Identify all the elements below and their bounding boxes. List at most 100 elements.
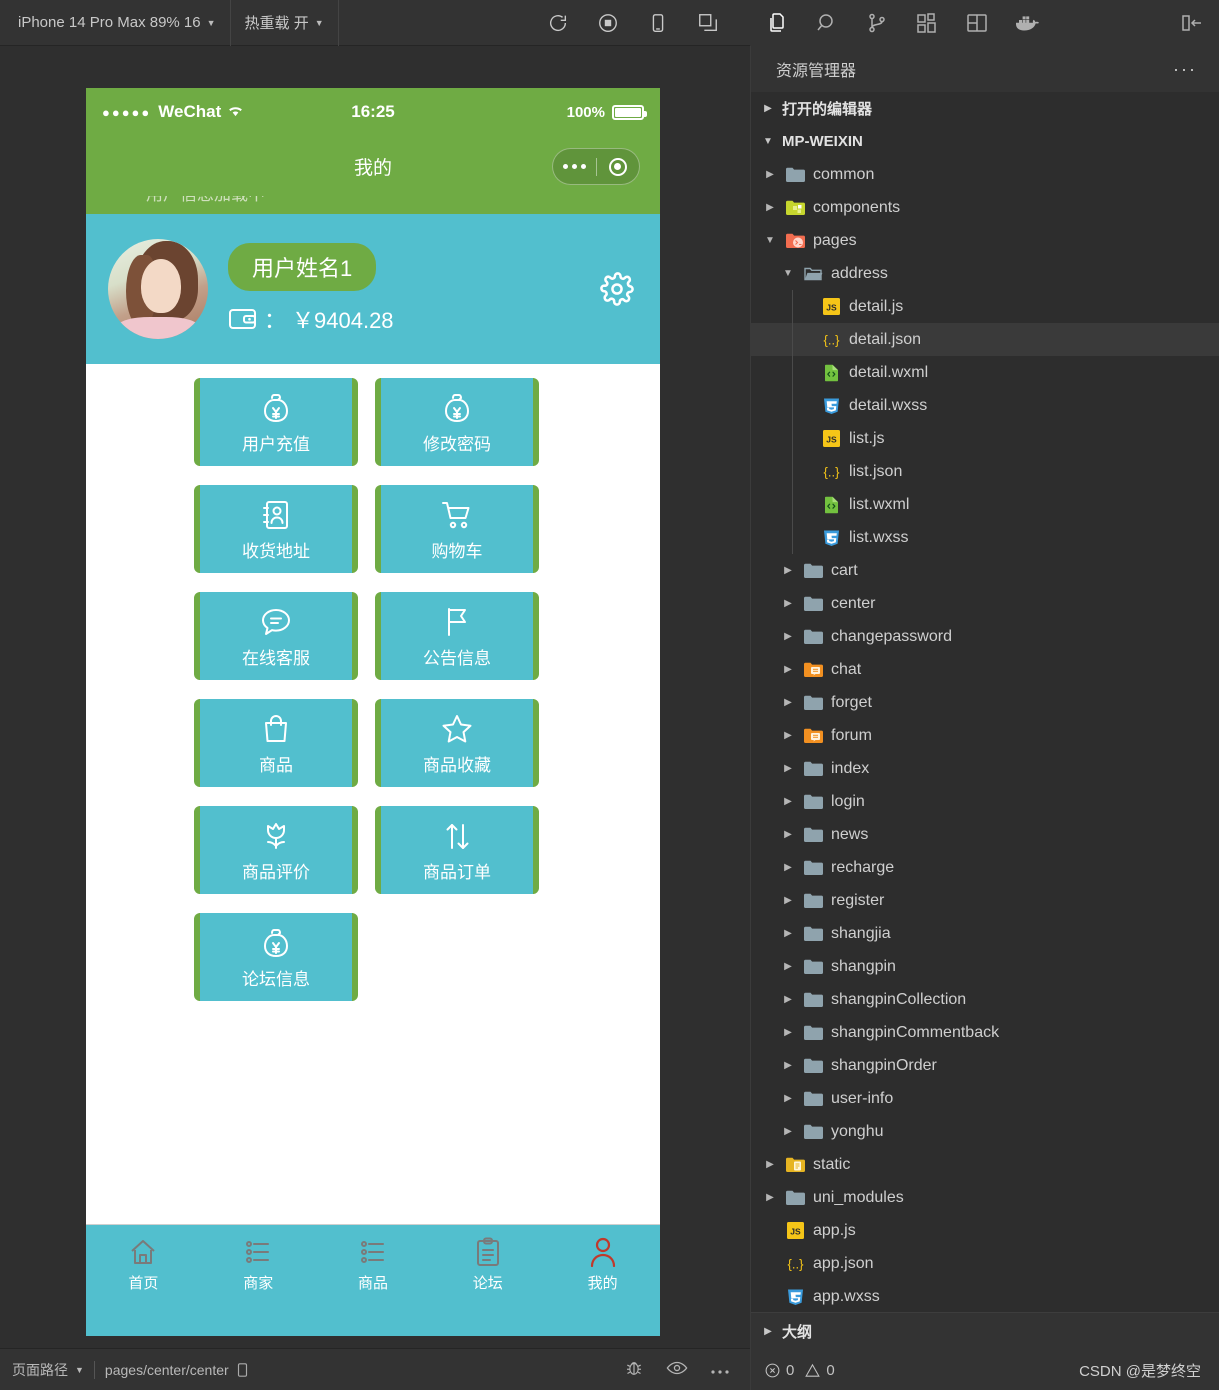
menu-tile[interactable]: 论坛信息	[194, 913, 358, 1001]
tree-file-detail.js[interactable]: ▶JSdetail.js	[750, 290, 1219, 323]
tree-folder-pages[interactable]: ▼ pages	[750, 224, 1219, 257]
menu-tile[interactable]: 商品	[194, 699, 358, 787]
menu-tile[interactable]: 收货地址	[194, 485, 358, 573]
chevron-right-icon[interactable]: ▶	[780, 730, 796, 741]
tree-folder-shangpinOrder[interactable]: ▶ shangpinOrder	[750, 1049, 1219, 1082]
tree-folder-shangpinCommentback[interactable]: ▶ shangpinCommentback	[750, 1016, 1219, 1049]
chevron-right-icon[interactable]: ▶	[780, 961, 796, 972]
tree-file-list.json[interactable]: ▶{..}list.json	[750, 455, 1219, 488]
tree-file-list.wxml[interactable]: ▶list.wxml	[750, 488, 1219, 521]
bug-icon[interactable]	[624, 1358, 644, 1381]
tree-folder-yonghu[interactable]: ▶ yonghu	[750, 1115, 1219, 1148]
docker-icon[interactable]	[1014, 10, 1040, 36]
tree-folder-news[interactable]: ▶ news	[750, 818, 1219, 851]
chevron-right-icon[interactable]: ▶	[780, 928, 796, 939]
more-icon[interactable]	[710, 1362, 730, 1378]
tree-folder-recharge[interactable]: ▶ recharge	[750, 851, 1219, 884]
tree-folder-common[interactable]: ▶ common	[750, 158, 1219, 191]
windows-icon[interactable]	[696, 11, 720, 35]
tree-file-detail.wxml[interactable]: ▶detail.wxml	[750, 356, 1219, 389]
tree-folder-user-info[interactable]: ▶ user-info	[750, 1082, 1219, 1115]
tree-file-app.json[interactable]: ▶{..}app.json	[750, 1247, 1219, 1280]
menu-tile[interactable]: 商品评价	[194, 806, 358, 894]
menu-tile[interactable]: 公告信息	[375, 592, 539, 680]
tree-folder-changepassword[interactable]: ▶ changepassword	[750, 620, 1219, 653]
tabbar-item-我的[interactable]: 我的	[545, 1235, 660, 1293]
layout-icon[interactable]	[964, 10, 990, 36]
chevron-right-icon[interactable]: ▶	[762, 1159, 778, 1170]
tree-folder-forum[interactable]: ▶ forum	[750, 719, 1219, 752]
tree-folder-chat[interactable]: ▶ chat	[750, 653, 1219, 686]
wechat-capsule[interactable]	[552, 148, 640, 185]
menu-tile[interactable]: 在线客服	[194, 592, 358, 680]
chevron-right-icon[interactable]: ▶	[780, 598, 796, 609]
tree-folder-index[interactable]: ▶ index	[750, 752, 1219, 785]
explorer-icon[interactable]	[764, 10, 790, 36]
chevron-right-icon[interactable]: ▶	[780, 829, 796, 840]
tabbar-item-论坛[interactable]: 论坛	[430, 1235, 545, 1293]
search-icon[interactable]	[814, 10, 840, 36]
tree-folder-center[interactable]: ▶ center	[750, 587, 1219, 620]
chevron-right-icon[interactable]: ▶	[780, 763, 796, 774]
tree-folder-forget[interactable]: ▶ forget	[750, 686, 1219, 719]
more-icon[interactable]: ···	[1173, 59, 1197, 80]
workspace-section[interactable]: ▼ MP-WEIXIN	[750, 125, 1219, 158]
chevron-right-icon[interactable]: ▶	[780, 862, 796, 873]
tree-folder-login[interactable]: ▶ login	[750, 785, 1219, 818]
tree-file-list.wxss[interactable]: ▶list.wxss	[750, 521, 1219, 554]
stop-record-icon[interactable]	[596, 11, 620, 35]
tree-folder-address[interactable]: ▼ address	[750, 257, 1219, 290]
tree-folder-shangpinCollection[interactable]: ▶ shangpinCollection	[750, 983, 1219, 1016]
device-selector[interactable]: iPhone 14 Pro Max 89% 16 ▼	[0, 0, 231, 46]
tree-file-app.wxss[interactable]: ▶app.wxss	[750, 1280, 1219, 1312]
tree-folder-shangpin[interactable]: ▶ shangpin	[750, 950, 1219, 983]
chevron-right-icon[interactable]: ▶	[762, 202, 778, 213]
problems-indicator[interactable]: 0 0	[764, 1362, 835, 1379]
tabbar-item-首页[interactable]: 首页	[86, 1235, 201, 1293]
menu-tile[interactable]: 商品订单	[375, 806, 539, 894]
gear-icon[interactable]	[600, 272, 634, 306]
tree-file-detail.json[interactable]: ▶{..}detail.json	[750, 323, 1219, 356]
avatar[interactable]	[108, 239, 208, 339]
tree-folder-shangjia[interactable]: ▶ shangjia	[750, 917, 1219, 950]
more-dots-icon[interactable]	[553, 164, 596, 169]
tabbar-item-商品[interactable]: 商品	[316, 1235, 431, 1293]
collapse-panel-icon[interactable]	[1179, 10, 1205, 36]
source-control-icon[interactable]	[864, 10, 890, 36]
outline-section[interactable]: ▶ 大纲	[750, 1312, 1219, 1350]
close-target-icon[interactable]	[597, 157, 640, 176]
chevron-right-icon[interactable]: ▶	[762, 169, 778, 180]
tree-file-detail.wxss[interactable]: ▶detail.wxss	[750, 389, 1219, 422]
open-editors-section[interactable]: ▶ 打开的编辑器	[750, 92, 1219, 125]
tree-folder-cart[interactable]: ▶ cart	[750, 554, 1219, 587]
chevron-right-icon[interactable]: ▶	[762, 1192, 778, 1203]
chevron-down-icon[interactable]: ▼	[780, 268, 796, 279]
chevron-right-icon[interactable]: ▶	[780, 631, 796, 642]
tree-file-list.js[interactable]: ▶JSlist.js	[750, 422, 1219, 455]
chevron-right-icon[interactable]: ▶	[780, 994, 796, 1005]
eye-icon[interactable]	[666, 1358, 688, 1381]
chevron-right-icon[interactable]: ▶	[780, 697, 796, 708]
chevron-right-icon[interactable]: ▶	[780, 796, 796, 807]
tree-folder-components[interactable]: ▶ components	[750, 191, 1219, 224]
copy-icon[interactable]	[235, 1362, 250, 1378]
tree-folder-register[interactable]: ▶ register	[750, 884, 1219, 917]
chevron-down-icon[interactable]: ▼	[762, 235, 778, 246]
menu-tile[interactable]: 用户充值	[194, 378, 358, 466]
hot-reload-selector[interactable]: 热重载 开 ▼	[231, 0, 339, 46]
device-icon[interactable]	[646, 11, 670, 35]
chevron-right-icon[interactable]: ▶	[780, 1093, 796, 1104]
tree-file-app.js[interactable]: ▶JSapp.js	[750, 1214, 1219, 1247]
chevron-right-icon[interactable]: ▶	[780, 1060, 796, 1071]
refresh-icon[interactable]	[546, 11, 570, 35]
tabbar-item-商家[interactable]: 商家	[201, 1235, 316, 1293]
chevron-right-icon[interactable]: ▶	[780, 1027, 796, 1038]
chevron-right-icon[interactable]: ▶	[780, 664, 796, 675]
chevron-right-icon[interactable]: ▶	[780, 565, 796, 576]
chevron-right-icon[interactable]: ▶	[780, 895, 796, 906]
menu-tile[interactable]: 商品收藏	[375, 699, 539, 787]
menu-tile[interactable]: 修改密码	[375, 378, 539, 466]
tree-folder-uni_modules[interactable]: ▶ uni_modules	[750, 1181, 1219, 1214]
chevron-right-icon[interactable]: ▶	[780, 1126, 796, 1137]
page-path-group[interactable]: 页面路径 ▼	[0, 1360, 84, 1380]
